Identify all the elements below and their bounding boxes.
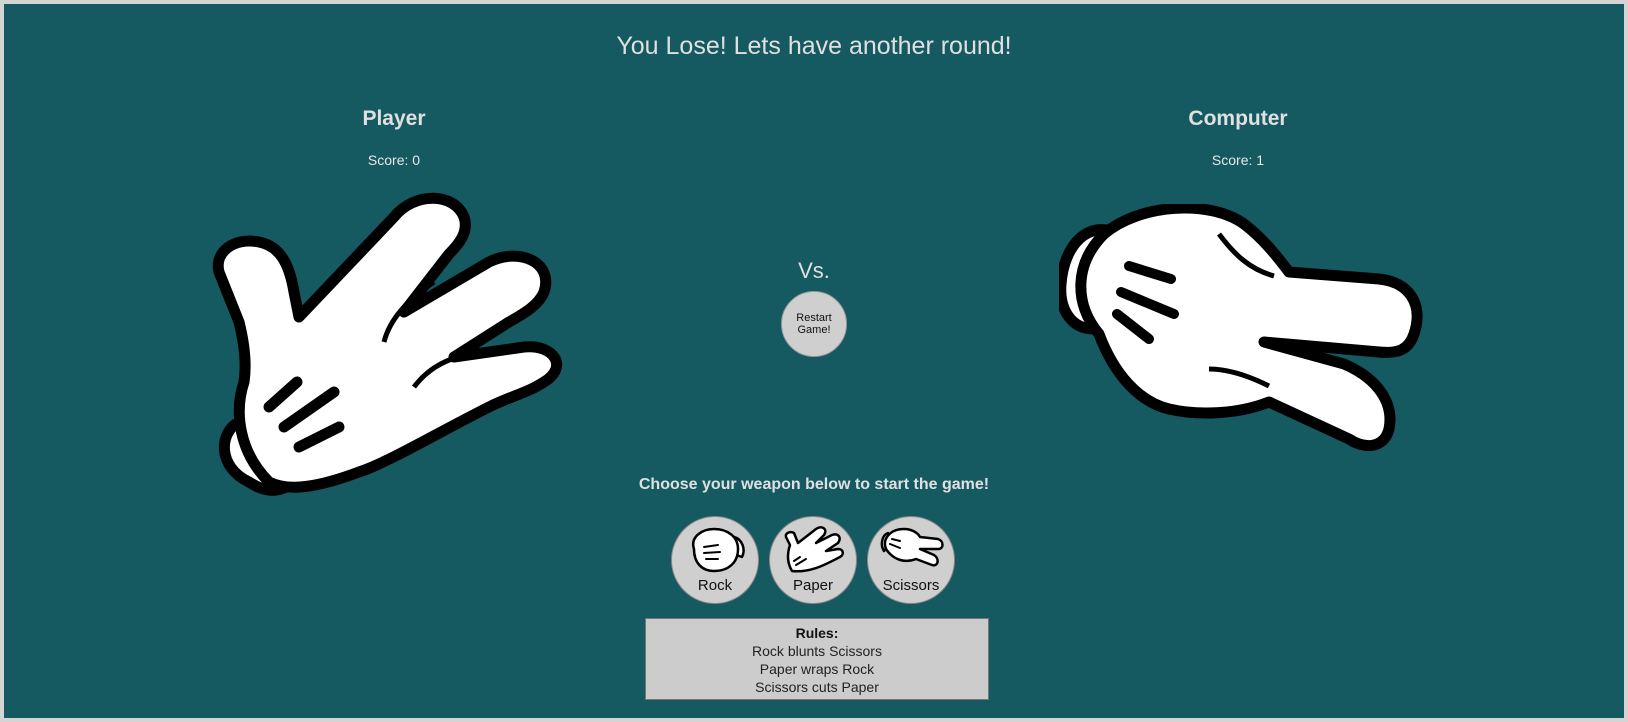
restart-game-button[interactable]: Restart Game! [781,291,847,357]
rule-line: Paper wraps Rock [759,661,875,677]
rules-title: Rules: [795,625,839,641]
rock-button[interactable]: Rock [671,516,759,604]
rock-hand-icon [691,527,745,573]
scissors-label: Scissors [882,577,940,594]
computer-score: Score: 1 [1211,152,1265,168]
rules-panel: Rules: Rock blunts Scissors Paper wraps … [645,618,989,700]
vs-label: Vs. [798,258,830,283]
paper-label: Paper [792,577,834,594]
paper-button[interactable]: Paper [769,516,857,604]
rule-line: Rock blunts Scissors [752,643,882,659]
player-score: Score: 0 [367,152,421,168]
game-stage: You Lose! Lets have another round! Playe… [4,4,1624,718]
paper-hand-icon [784,526,844,573]
scissors-hand-icon [880,527,944,567]
rock-label: Rock [697,577,733,594]
computer-title: Computer [1188,107,1288,130]
result-message: You Lose! Lets have another round! [616,32,1012,60]
paper-hand-icon [212,192,562,496]
scissors-hand-icon [1059,204,1423,451]
scissors-button[interactable]: Scissors [867,516,955,604]
choose-weapon-prompt: Choose your weapon below to start the ga… [638,476,990,493]
player-title: Player [362,107,426,130]
rule-line: Scissors cuts Paper [755,679,879,695]
